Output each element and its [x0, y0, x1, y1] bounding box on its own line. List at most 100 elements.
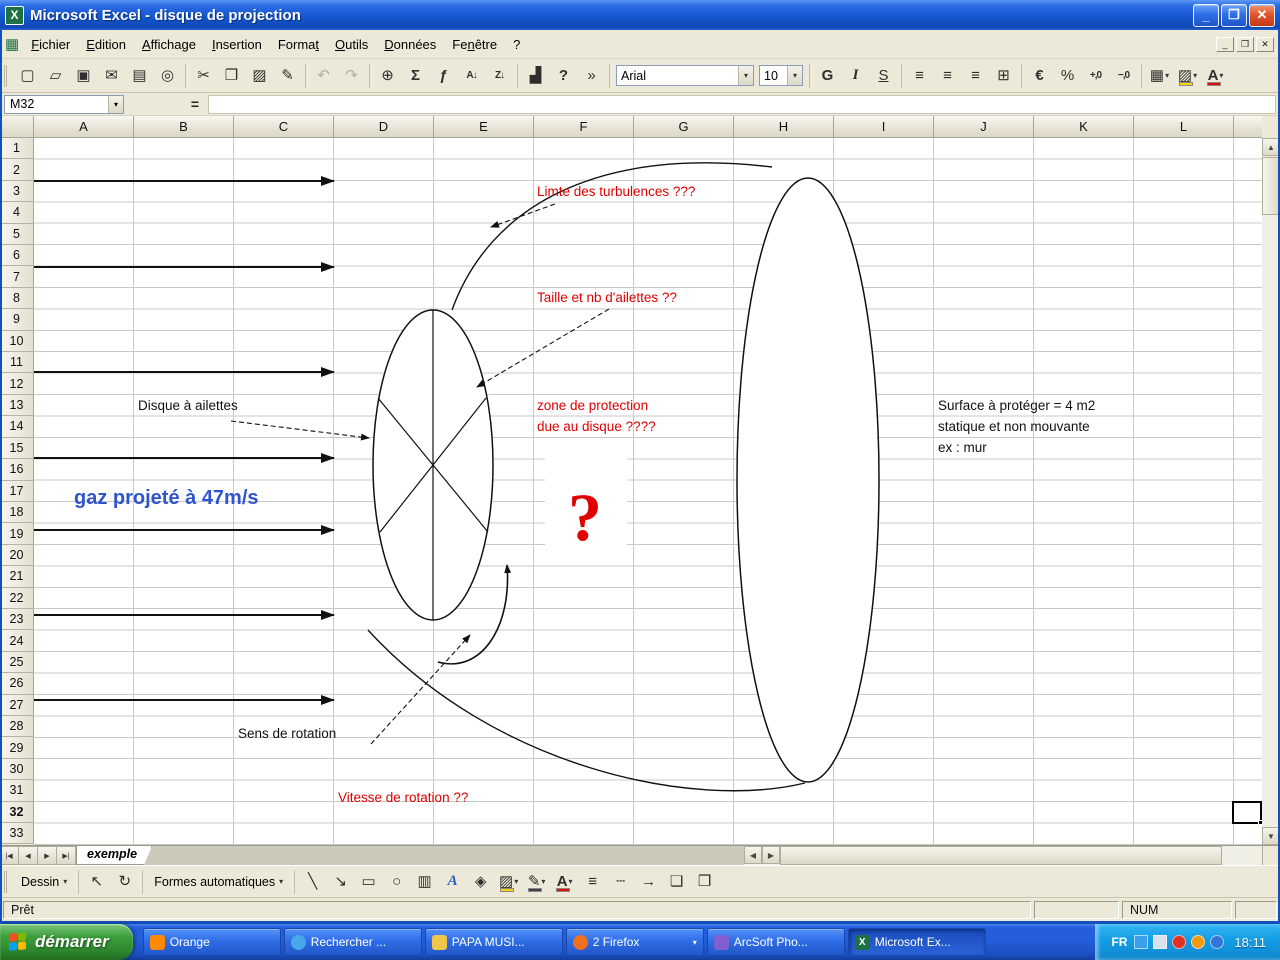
- column-header-E[interactable]: E: [434, 116, 534, 138]
- menu-insertion[interactable]: Insertion: [204, 32, 270, 57]
- formula-input[interactable]: [208, 94, 1276, 114]
- font-color-icon[interactable]: A ▾: [1202, 63, 1229, 89]
- taskbar-button-photo-app[interactable]: ArcSoft Pho...: [706, 928, 845, 956]
- annotation-question-mark[interactable]: ?: [568, 479, 602, 555]
- dessin-menu-button[interactable]: Dessin ▾: [14, 871, 74, 893]
- row-header-20[interactable]: 20: [0, 544, 34, 567]
- sort-ascending-icon[interactable]: A↓: [458, 63, 485, 89]
- column-header-C[interactable]: C: [234, 116, 334, 138]
- language-indicator[interactable]: FR: [1111, 935, 1127, 949]
- open-icon[interactable]: ▱: [42, 63, 69, 89]
- row-header-22[interactable]: 22: [0, 587, 34, 609]
- row-header-31[interactable]: 31: [0, 780, 34, 802]
- row-header-28[interactable]: 28: [0, 715, 34, 738]
- sheet-tab-exemple[interactable]: exemple: [76, 846, 152, 865]
- merge-center-icon[interactable]: ⊞: [990, 63, 1017, 89]
- copy-icon[interactable]: ❐: [218, 63, 245, 89]
- row-header-7[interactable]: 7: [0, 266, 34, 288]
- taskbar-button-excel[interactable]: X Microsoft Ex...: [847, 928, 986, 956]
- wordart-icon[interactable]: A: [439, 869, 466, 895]
- sort-descending-icon[interactable]: Z↓: [486, 63, 513, 89]
- font-color-icon-dropdown[interactable]: ▾: [1219, 71, 1223, 80]
- align-right-icon[interactable]: ≡: [962, 63, 989, 89]
- row-header-17[interactable]: 17: [0, 480, 34, 502]
- menu-edition[interactable]: Edition: [78, 32, 134, 57]
- row-header-24[interactable]: 24: [0, 630, 34, 652]
- insert-hyperlink-icon[interactable]: ⊕: [374, 63, 401, 89]
- mail-icon[interactable]: ✉: [98, 63, 125, 89]
- column-header-H[interactable]: H: [734, 116, 834, 138]
- turbulence-arc-bottom[interactable]: [367, 629, 806, 792]
- menu-affichage[interactable]: Affichage: [134, 32, 204, 57]
- annotation-rotation-label[interactable]: Sens de rotation: [238, 726, 336, 741]
- fill-color-icon-dropdown[interactable]: ▾: [514, 877, 518, 886]
- annotation-rotation-speed[interactable]: Vitesse de rotation ??: [338, 790, 468, 805]
- underline-button[interactable]: S: [870, 63, 897, 89]
- bold-button[interactable]: G: [814, 63, 841, 89]
- column-header-G[interactable]: G: [634, 116, 734, 138]
- autosum-icon[interactable]: Σ: [402, 63, 429, 89]
- new-workbook-icon[interactable]: ▢: [14, 63, 41, 89]
- leader-fins[interactable]: [476, 308, 610, 388]
- arrow-style-icon[interactable]: →: [635, 869, 662, 895]
- print-preview-icon[interactable]: ◎: [154, 63, 181, 89]
- paste-function-icon[interactable]: ƒ: [430, 63, 457, 89]
- row-header-8[interactable]: 8: [0, 287, 34, 310]
- paste-icon[interactable]: ▨: [246, 63, 273, 89]
- annotation-disc-label[interactable]: Disque à ailettes: [138, 398, 238, 413]
- row-header-26[interactable]: 26: [0, 673, 34, 695]
- messenger-tray-icon[interactable]: [1134, 935, 1149, 949]
- menu-aide[interactable]: ?: [505, 32, 528, 57]
- fill-color-icon[interactable]: ▨ ▾: [495, 869, 522, 895]
- tab-prev-button[interactable]: ◀: [19, 846, 38, 865]
- menu-fichier[interactable]: Fichier: [23, 32, 78, 57]
- font-size-select-dropdown-icon[interactable]: ▾: [787, 66, 802, 85]
- row-header-16[interactable]: 16: [0, 459, 34, 481]
- tab-first-button[interactable]: |◀: [0, 846, 19, 865]
- row-header-25[interactable]: 25: [0, 651, 34, 674]
- currency-euro-icon[interactable]: €: [1026, 63, 1053, 89]
- rectangle-icon[interactable]: ▭: [355, 869, 382, 895]
- help-icon[interactable]: ?: [550, 63, 577, 89]
- menu-format[interactable]: Format: [270, 32, 327, 57]
- column-header-F[interactable]: F: [534, 116, 634, 138]
- menu-donnees[interactable]: Données: [376, 32, 444, 57]
- active-cell-m32[interactable]: [1232, 801, 1262, 825]
- cells-area[interactable]: Limte des turbulences ??? Taille et nb d…: [34, 138, 1262, 845]
- taskbar-button-orange-app[interactable]: Orange: [142, 928, 281, 956]
- arrow-icon[interactable]: ↘: [327, 869, 354, 895]
- row-header-3[interactable]: 3: [0, 180, 34, 203]
- maximize-button[interactable]: ❐: [1221, 3, 1247, 27]
- annotation-fins[interactable]: Taille et nb d'ailettes ??: [537, 290, 677, 305]
- horizontal-scrollbar[interactable]: ◀ ▶: [744, 846, 1262, 865]
- select-all-corner[interactable]: [0, 116, 34, 138]
- row-header-33[interactable]: 33: [0, 823, 34, 845]
- row-header-23[interactable]: 23: [0, 608, 34, 631]
- row-header-10[interactable]: 10: [0, 330, 34, 353]
- row-header-6[interactable]: 6: [0, 245, 34, 267]
- select-objects-icon[interactable]: ↖: [83, 869, 110, 895]
- menu-fenetre[interactable]: Fenêtre: [444, 32, 505, 57]
- fill-color-icon[interactable]: ▨ ▾: [1174, 63, 1201, 89]
- font-color-icon-dropdown[interactable]: ▾: [569, 877, 573, 886]
- row-header-19[interactable]: 19: [0, 523, 34, 545]
- leader-disc[interactable]: [230, 420, 370, 441]
- update-tray-icon[interactable]: [1191, 935, 1206, 949]
- taskbar-button-search-window[interactable]: Rechercher ...: [283, 928, 422, 956]
- row-header-18[interactable]: 18: [0, 501, 34, 524]
- column-header-A[interactable]: A: [34, 116, 134, 138]
- workbook-restore-button[interactable]: ❐: [1236, 36, 1254, 52]
- row-header-5[interactable]: 5: [0, 223, 34, 246]
- row-header-29[interactable]: 29: [0, 737, 34, 759]
- name-box[interactable]: M32 ▾: [4, 94, 124, 114]
- oval-icon[interactable]: ○: [383, 869, 410, 895]
- scroll-left-button[interactable]: ◀: [744, 846, 762, 864]
- align-left-icon[interactable]: ≡: [906, 63, 933, 89]
- toolbar-grip[interactable]: [4, 64, 9, 87]
- format-painter-icon[interactable]: ✎: [274, 63, 301, 89]
- column-header-I[interactable]: I: [834, 116, 934, 138]
- column-header-B[interactable]: B: [134, 116, 234, 138]
- row-header-14[interactable]: 14: [0, 416, 34, 438]
- row-header-11[interactable]: 11: [0, 352, 34, 374]
- annotation-turbulence[interactable]: Limte des turbulences ???: [537, 184, 695, 199]
